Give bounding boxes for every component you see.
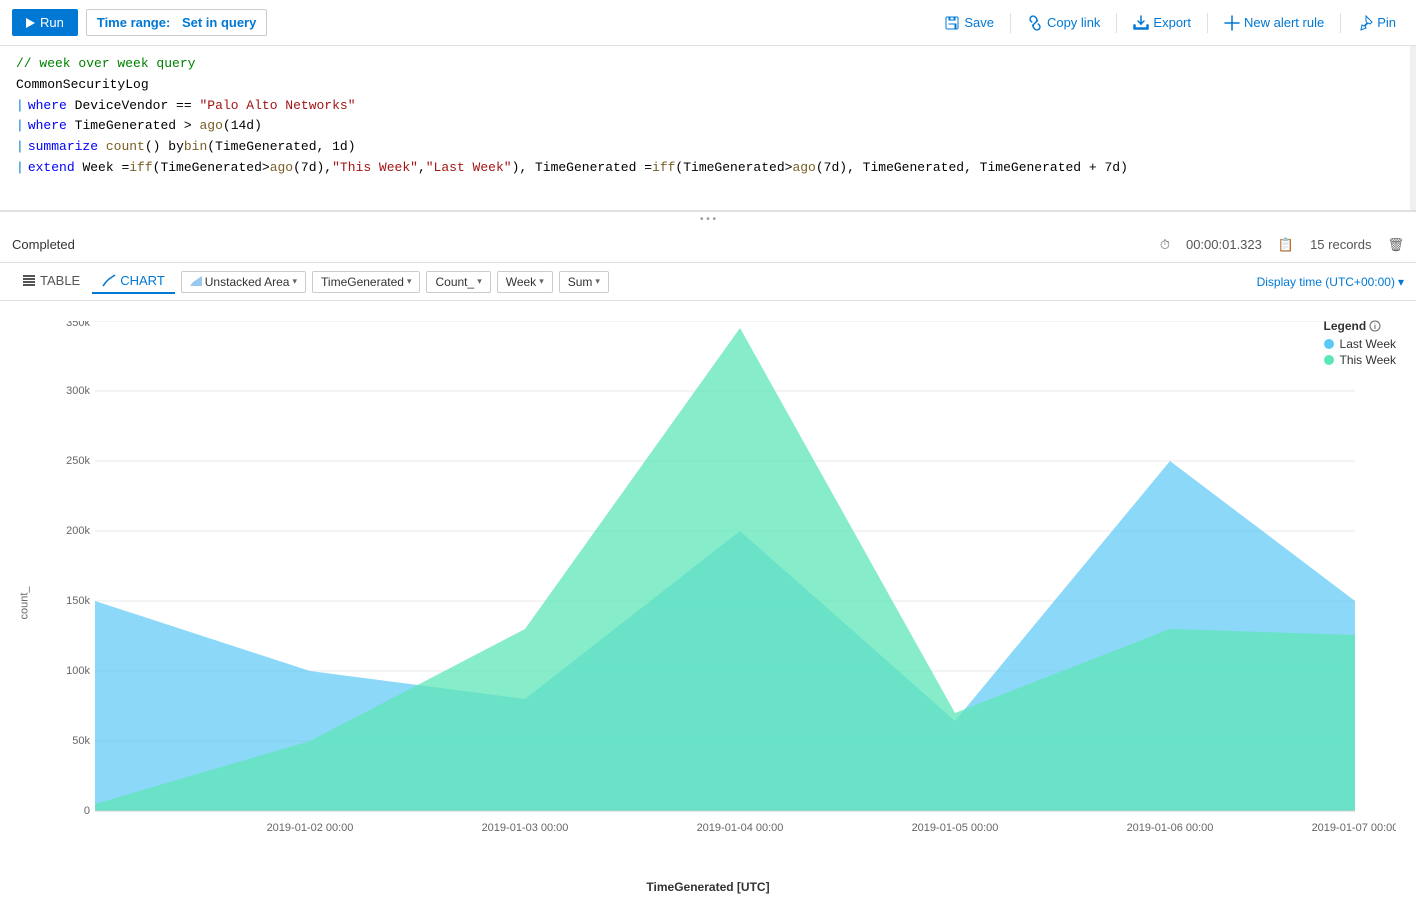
code-line-1: // week over week query <box>16 54 1400 75</box>
chart-tab[interactable]: CHART <box>92 269 175 294</box>
save-action[interactable]: Save <box>936 15 1002 31</box>
code-line-4: | where TimeGenerated > ago(14d) <box>16 116 1400 137</box>
divider4 <box>1340 13 1341 33</box>
aggregation-caret: ▾ <box>595 276 600 287</box>
aggregation-label: Sum <box>568 275 593 289</box>
pin-icon <box>1357 15 1373 31</box>
table-tab-label: TABLE <box>40 273 80 288</box>
status-records: 15 records <box>1310 237 1371 252</box>
code-line-3: | where DeviceVendor == "Palo Alto Netwo… <box>16 96 1400 117</box>
y-axis-caret: ▾ <box>477 276 482 287</box>
code-line-2: CommonSecurityLog <box>16 75 1400 96</box>
code-line-6: | extend Week = iff(TimeGenerated>ago(7d… <box>16 158 1400 179</box>
svg-text:150k: 150k <box>66 595 90 607</box>
new-alert-rule-action[interactable]: New alert rule <box>1216 15 1332 31</box>
new-alert-rule-icon <box>1224 15 1240 31</box>
delete-icon[interactable]: 🗑 <box>1387 237 1404 253</box>
svg-text:0: 0 <box>84 805 90 817</box>
new-alert-rule-label: New alert rule <box>1244 15 1324 30</box>
svg-text:300k: 300k <box>66 385 90 397</box>
display-time-label: Display time (UTC+00:00) <box>1257 275 1395 289</box>
duration-icon: ⏱ <box>1160 237 1170 253</box>
svg-text:350k: 350k <box>66 321 90 329</box>
chart-type-caret: ▾ <box>292 276 297 287</box>
svg-text:2019-01-02 00:00: 2019-01-02 00:00 <box>267 822 354 834</box>
status-duration: 00:00:01.323 <box>1186 237 1262 252</box>
svg-text:250k: 250k <box>66 455 90 467</box>
svg-text:50k: 50k <box>72 735 90 747</box>
table-icon <box>22 274 36 288</box>
records-icon: 📋 <box>1278 237 1294 253</box>
editor-scrollbar[interactable] <box>1410 46 1416 210</box>
status-meta: ⏱ 00:00:01.323 📋 15 records 🗑 <box>1160 237 1404 253</box>
chart-toolbar: TABLE CHART Unstacked Area ▾ TimeGenerat… <box>0 263 1416 301</box>
chart-type-dropdown[interactable]: Unstacked Area ▾ <box>181 271 306 293</box>
top-toolbar: Run Time range: Set in query Save Copy l… <box>0 0 1416 46</box>
export-icon <box>1133 15 1149 31</box>
svg-text:2019-01-03 00:00: 2019-01-03 00:00 <box>482 822 569 834</box>
y-axis-label: count_ <box>19 586 31 619</box>
svg-text:2019-01-06 00:00: 2019-01-06 00:00 <box>1127 822 1214 834</box>
export-label: Export <box>1153 15 1191 30</box>
export-action[interactable]: Export <box>1125 15 1199 31</box>
svg-text:200k: 200k <box>66 525 90 537</box>
display-time-caret: ▾ <box>1398 275 1404 289</box>
status-bar: Completed ⏱ 00:00:01.323 📋 15 records 🗑 <box>0 227 1416 263</box>
code-editor[interactable]: // week over week query CommonSecurityLo… <box>0 46 1416 211</box>
svg-text:2019-01-04 00:00: 2019-01-04 00:00 <box>697 822 784 834</box>
chart-icon <box>102 274 116 288</box>
code-comment: // week over week query <box>16 54 195 75</box>
resize-handle[interactable]: • • • <box>0 211 1416 227</box>
divider3 <box>1207 13 1208 33</box>
copy-link-action[interactable]: Copy link <box>1019 15 1108 31</box>
svg-text:2019-01-07 00:00: 2019-01-07 00:00 <box>1312 822 1396 834</box>
svg-text:100k: 100k <box>66 665 90 677</box>
y-axis-dropdown[interactable]: Count_ ▾ <box>426 271 490 293</box>
table-tab[interactable]: TABLE <box>12 269 90 294</box>
split-by-dropdown[interactable]: Week ▾ <box>497 271 553 293</box>
time-range-button[interactable]: Time range: Set in query <box>86 9 268 36</box>
save-label: Save <box>964 15 994 30</box>
chart-type-icon <box>190 276 202 288</box>
svg-text:2019-01-05 00:00: 2019-01-05 00:00 <box>912 822 999 834</box>
divider1 <box>1010 13 1011 33</box>
pin-label: Pin <box>1377 15 1396 30</box>
copy-link-label: Copy link <box>1047 15 1100 30</box>
split-by-label: Week <box>506 275 536 289</box>
save-icon <box>944 15 960 31</box>
divider2 <box>1116 13 1117 33</box>
time-range-label: Time range: <box>97 15 170 30</box>
code-line-5: | summarize count() by bin(TimeGenerated… <box>16 137 1400 158</box>
run-button[interactable]: Run <box>12 9 78 36</box>
x-axis-dropdown[interactable]: TimeGenerated ▾ <box>312 271 420 293</box>
code-table: CommonSecurityLog <box>16 75 149 96</box>
y-axis-label: Count_ <box>435 275 474 289</box>
chart-type-label: Unstacked Area <box>205 275 290 289</box>
chart-svg: 0 50k 100k 150k 200k 250k 300k 350k 2019… <box>55 321 1396 854</box>
x-axis-caret: ▾ <box>407 276 412 287</box>
chart-area: count_ Legend i Last Week This Week <box>0 301 1416 904</box>
status-text: Completed <box>12 237 1152 252</box>
display-time-dropdown[interactable]: Display time (UTC+00:00) ▾ <box>1257 275 1404 289</box>
time-range-value: Set in query <box>182 15 256 30</box>
chart-tab-label: CHART <box>120 273 165 288</box>
copy-link-icon <box>1027 15 1043 31</box>
x-axis-label: TimeGenerated <box>321 275 404 289</box>
split-by-caret: ▾ <box>539 276 544 287</box>
pin-action[interactable]: Pin <box>1349 15 1404 31</box>
chart-container: count_ Legend i Last Week This Week <box>0 301 1416 904</box>
aggregation-dropdown[interactable]: Sum ▾ <box>559 271 609 293</box>
